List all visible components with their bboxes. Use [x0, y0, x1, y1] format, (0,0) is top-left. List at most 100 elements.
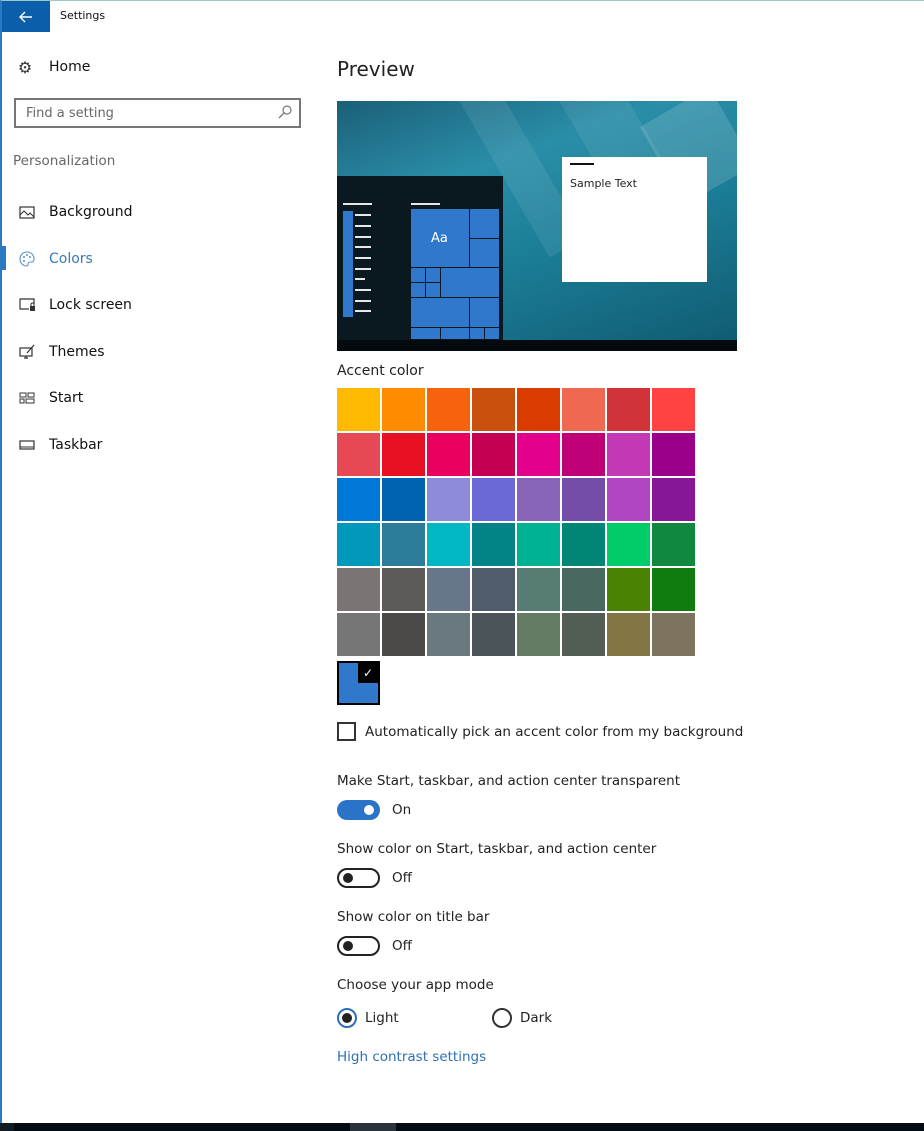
accent-color-swatch[interactable]	[427, 433, 470, 476]
lock-screen-icon	[18, 297, 36, 313]
sidebar-item-background[interactable]: Background	[2, 189, 312, 236]
preview-list-line	[355, 214, 371, 216]
accent-color-swatch[interactable]	[517, 478, 560, 521]
accent-color-swatch[interactable]	[337, 478, 380, 521]
preview-tiles-header	[411, 203, 440, 205]
accent-color-swatch[interactable]	[382, 523, 425, 566]
accent-color-swatch[interactable]	[427, 388, 470, 431]
accent-color-swatch[interactable]	[472, 433, 515, 476]
accent-color-swatch[interactable]	[607, 523, 650, 566]
accent-color-swatch[interactable]	[337, 433, 380, 476]
light-radio[interactable]	[337, 1008, 357, 1028]
search-input[interactable]	[26, 105, 266, 121]
accent-color-swatch[interactable]	[652, 523, 695, 566]
taskbar-start-button[interactable]	[0, 1123, 14, 1131]
accent-color-swatch[interactable]	[337, 523, 380, 566]
palette-icon	[18, 251, 36, 267]
accent-color-swatch[interactable]	[427, 568, 470, 611]
accent-color-swatch[interactable]	[382, 388, 425, 431]
tile-divider	[440, 267, 441, 297]
accent-color-swatch[interactable]	[652, 613, 695, 656]
show-color-title-toggle[interactable]	[337, 936, 380, 956]
accent-color-swatch[interactable]	[607, 433, 650, 476]
accent-color-swatch[interactable]	[382, 433, 425, 476]
accent-color-swatch[interactable]	[472, 568, 515, 611]
search-box	[14, 98, 301, 128]
accent-color-swatch[interactable]	[607, 568, 650, 611]
accent-color-swatch[interactable]	[517, 433, 560, 476]
accent-color-swatch[interactable]	[337, 388, 380, 431]
preview-app-list	[343, 211, 353, 317]
tile-divider	[484, 327, 485, 339]
accent-color-swatch[interactable]	[652, 433, 695, 476]
accent-color-swatch[interactable]	[652, 568, 695, 611]
accent-color-swatch[interactable]	[517, 613, 560, 656]
transparency-setting: On	[337, 800, 411, 820]
accent-color-swatch[interactable]	[472, 523, 515, 566]
start-icon	[18, 390, 36, 406]
preview-list-line	[355, 300, 371, 302]
dark-label: Dark	[520, 1010, 553, 1026]
accent-color-swatch[interactable]	[427, 478, 470, 521]
show-color-start-toggle[interactable]	[337, 868, 380, 888]
auto-pick-label: Automatically pick an accent color from …	[365, 723, 744, 740]
preview-taskbar	[337, 340, 737, 351]
app-mode-dark-option[interactable]: Dark	[492, 1008, 552, 1028]
accent-color-swatch[interactable]	[337, 613, 380, 656]
themes-icon	[18, 344, 36, 360]
accent-color-swatch[interactable]	[382, 568, 425, 611]
auto-pick-accent-option[interactable]: Automatically pick an accent color from …	[337, 722, 743, 741]
accent-color-swatch[interactable]	[517, 388, 560, 431]
preview-list-line	[355, 257, 371, 259]
accent-color-swatch[interactable]	[517, 523, 560, 566]
high-contrast-settings-link[interactable]: High contrast settings	[337, 1049, 486, 1065]
accent-color-swatch[interactable]	[652, 478, 695, 521]
accent-color-swatch[interactable]	[472, 613, 515, 656]
home-label: Home	[49, 59, 91, 75]
sidebar-item-lock-screen[interactable]: Lock screen	[2, 282, 312, 329]
accent-color-swatch[interactable]	[562, 613, 605, 656]
show-color-start-state: Off	[392, 870, 412, 886]
accent-color-swatch[interactable]	[562, 478, 605, 521]
app-mode-light-option[interactable]: Light	[337, 1008, 399, 1028]
accent-color-swatch[interactable]	[562, 433, 605, 476]
tile-divider	[411, 297, 499, 298]
accent-color-swatch[interactable]	[382, 613, 425, 656]
accent-color-swatch[interactable]	[382, 478, 425, 521]
accent-color-swatch[interactable]	[652, 388, 695, 431]
dark-radio[interactable]	[492, 1008, 512, 1028]
accent-color-swatch[interactable]	[472, 388, 515, 431]
preview-list-line	[355, 225, 371, 227]
toggle-knob	[343, 941, 353, 951]
taskbar-app-button[interactable]	[350, 1123, 396, 1131]
sidebar-item-start[interactable]: Start	[2, 375, 312, 422]
sidebar-item-label: Colors	[49, 250, 93, 267]
transparency-toggle[interactable]	[337, 800, 380, 820]
search-icon[interactable]	[277, 104, 293, 120]
sidebar-nav: Background Colors Lock screen Themes Sta…	[2, 189, 312, 468]
preview-start-menu: Aa	[337, 176, 503, 342]
accent-color-swatch[interactable]	[607, 613, 650, 656]
accent-color-swatch[interactable]	[427, 523, 470, 566]
accent-color-swatch[interactable]	[562, 568, 605, 611]
auto-pick-checkbox[interactable]	[337, 722, 356, 741]
preview-sample-text: Sample Text	[570, 177, 637, 190]
sidebar-item-taskbar[interactable]: Taskbar	[2, 422, 312, 469]
theme-preview: Aa Sample Text	[337, 101, 737, 351]
accent-color-swatch[interactable]	[562, 523, 605, 566]
accent-color-swatch[interactable]	[607, 478, 650, 521]
sidebar-item-colors[interactable]: Colors	[2, 236, 312, 283]
back-button[interactable]	[2, 1, 50, 32]
taskbar-icon	[18, 437, 36, 453]
preview-list-line	[355, 246, 371, 248]
sidebar-item-themes[interactable]: Themes	[2, 329, 312, 376]
accent-color-swatch[interactable]	[472, 478, 515, 521]
accent-color-swatch[interactable]	[517, 568, 560, 611]
accent-color-swatch[interactable]	[427, 613, 470, 656]
accent-color-swatch[interactable]	[607, 388, 650, 431]
selected-accent-swatch[interactable]: ✓	[337, 661, 380, 705]
accent-color-swatch[interactable]	[337, 568, 380, 611]
accent-color-swatch[interactable]	[562, 388, 605, 431]
home-link[interactable]: ⚙ Home	[16, 58, 91, 77]
sidebar-item-label: Start	[49, 390, 84, 407]
